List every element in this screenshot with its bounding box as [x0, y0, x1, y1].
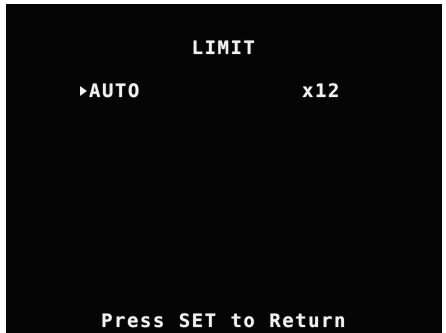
- selection-cursor-icon: [80, 86, 87, 96]
- osd-screen: LIMIT AUTO x12 Press SET to Return: [6, 4, 442, 333]
- menu-item-auto[interactable]: AUTO x12: [80, 80, 380, 104]
- footer-hint: Press SET to Return: [101, 310, 347, 332]
- menu-title: LIMIT: [191, 37, 257, 59]
- menu-item-label: AUTO: [89, 80, 141, 102]
- menu-item-value: x12: [302, 80, 341, 102]
- frame-border: LIMIT AUTO x12 Press SET to Return: [0, 0, 446, 333]
